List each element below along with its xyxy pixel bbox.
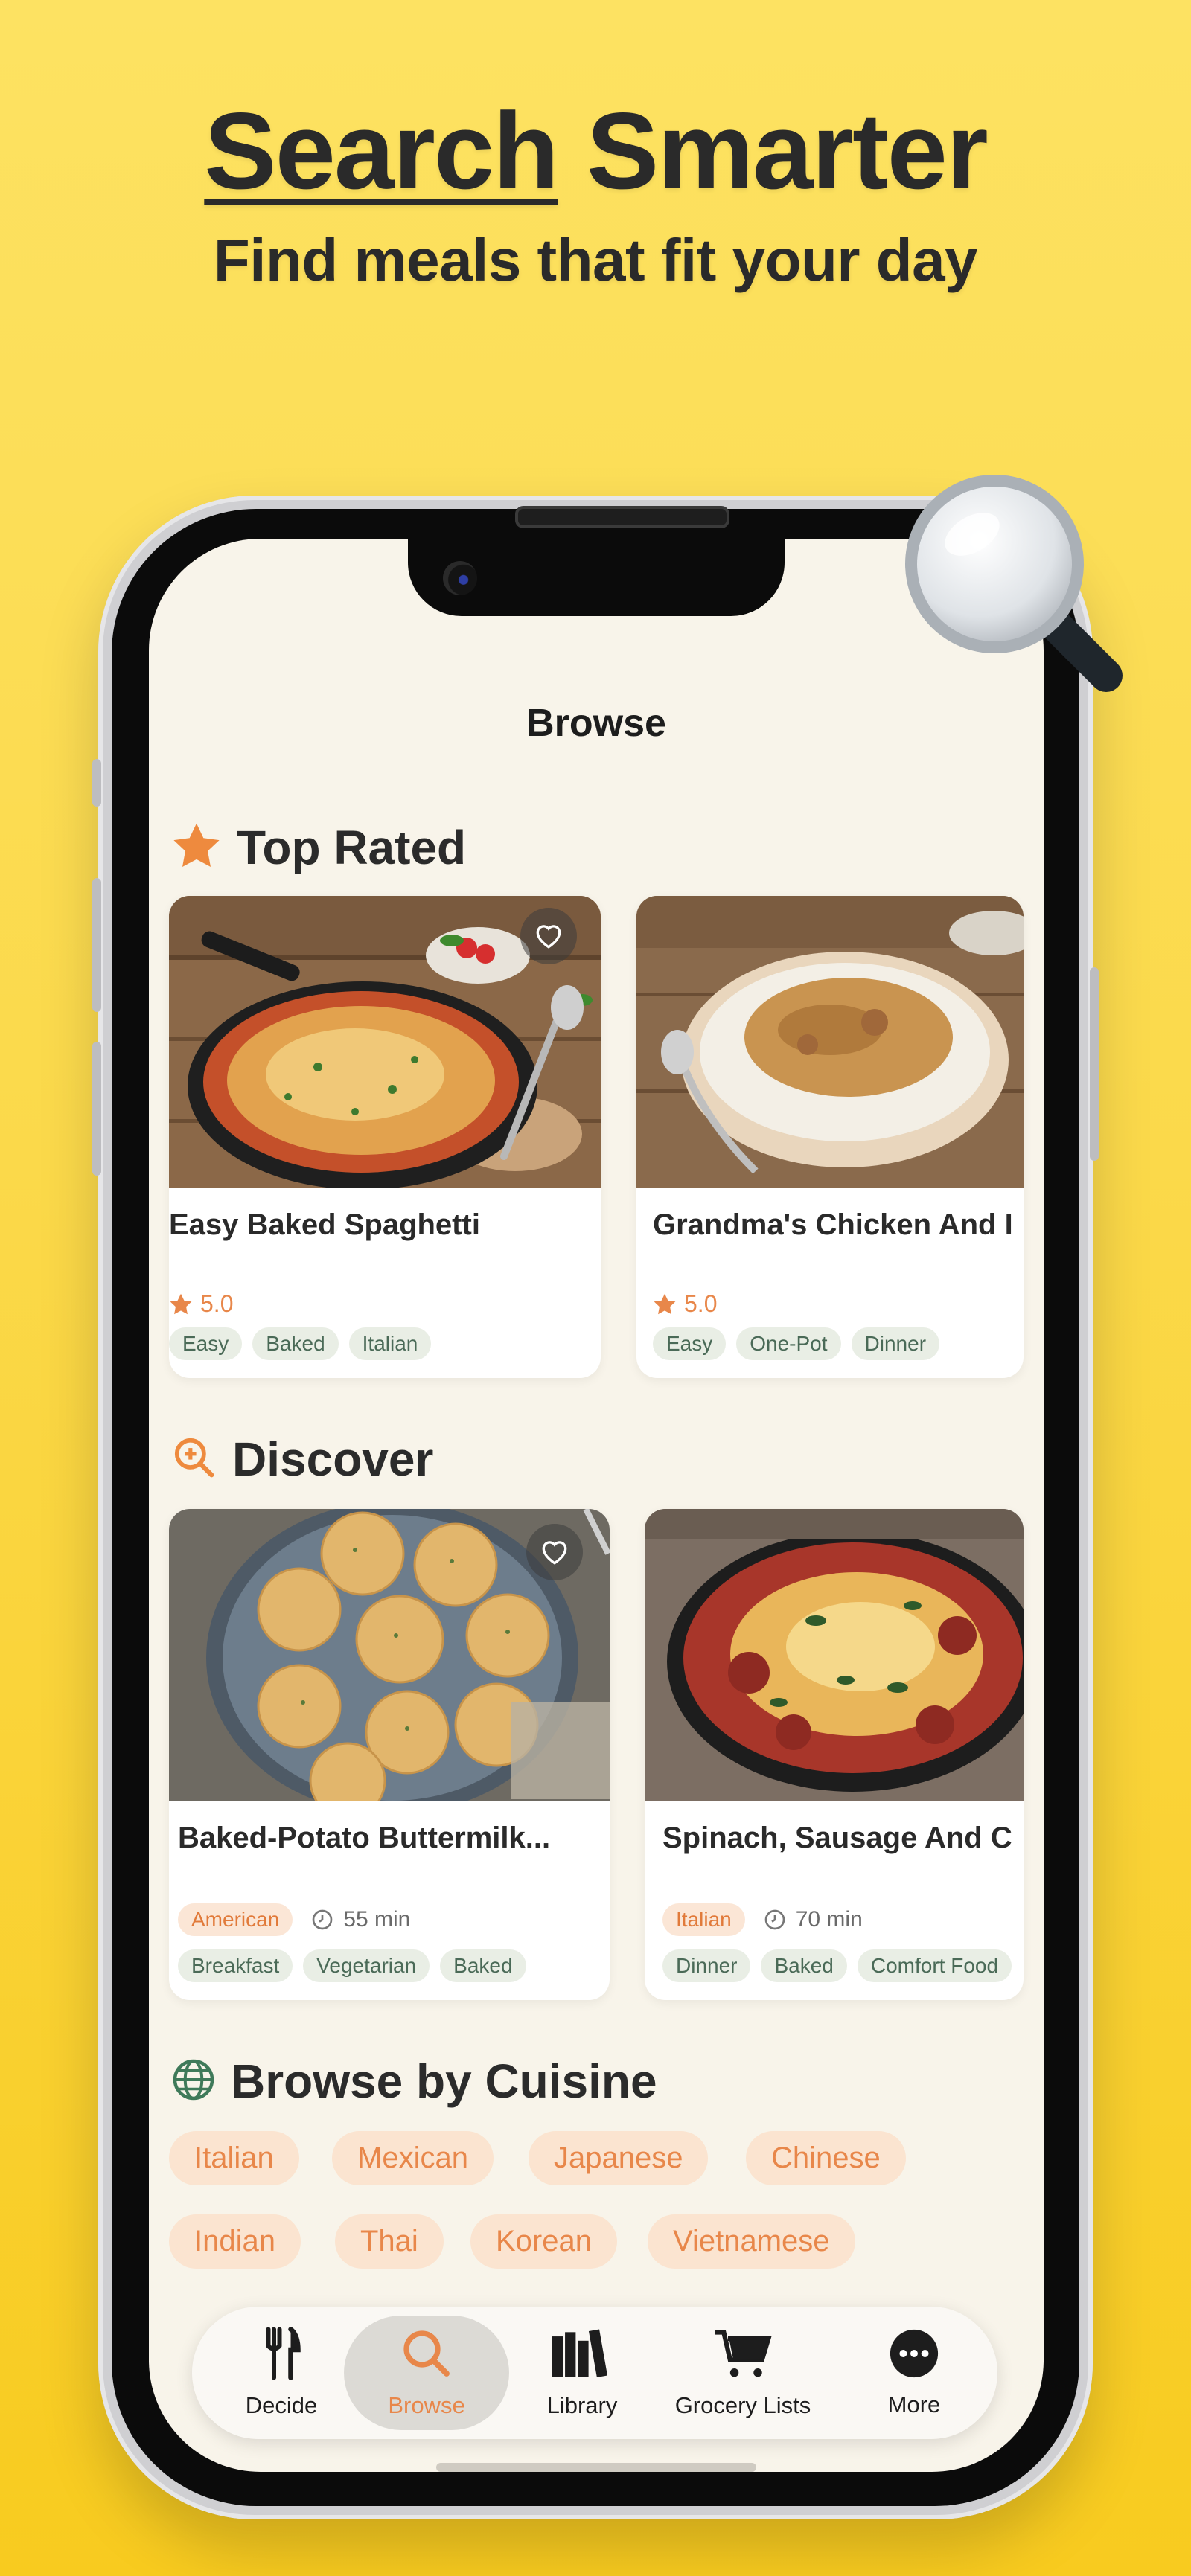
recipe-image-chicken bbox=[636, 896, 1024, 1188]
tag: Baked bbox=[761, 1949, 847, 1982]
recipe-card-easy-baked-spaghetti[interactable]: Easy Baked Spaghetti 5.0 Easy Baked Ital… bbox=[169, 896, 601, 1378]
recipe-tags: Easy One-Pot Dinner bbox=[653, 1327, 940, 1360]
tab-decide[interactable]: Decide bbox=[214, 2316, 348, 2430]
cuisine-tag: American bbox=[178, 1903, 293, 1936]
cuisine-chip-indian[interactable]: Indian bbox=[169, 2214, 301, 2269]
front-camera bbox=[443, 561, 477, 595]
clock-icon bbox=[764, 1909, 785, 1930]
cuisine-chip-thai[interactable]: Thai bbox=[335, 2214, 444, 2269]
cook-time: 70 min bbox=[763, 1907, 863, 1932]
tag: One-Pot bbox=[736, 1327, 841, 1360]
recipe-name: Baked-Potato Buttermilk... bbox=[178, 1822, 551, 1854]
phone-power-button bbox=[1090, 967, 1099, 1161]
top-rated-header: Top Rated bbox=[171, 820, 466, 875]
recipe-image-spinach-sausage bbox=[645, 1509, 1024, 1801]
cuisine-chip-mexican[interactable]: Mexican bbox=[332, 2131, 494, 2185]
tab-label: Decide bbox=[245, 2392, 318, 2418]
tag: Dinner bbox=[662, 1949, 751, 1982]
phone-speaker bbox=[515, 506, 729, 528]
tab-label: Browse bbox=[388, 2392, 465, 2418]
tag: Italian bbox=[348, 1327, 432, 1360]
tab-label: Library bbox=[546, 2392, 618, 2418]
recipe-rating: 5.0 bbox=[653, 1290, 717, 1318]
tab-grocery-lists[interactable]: Grocery Lists bbox=[654, 2316, 832, 2430]
rating-star-icon bbox=[654, 1293, 676, 1314]
tab-label: Grocery Lists bbox=[674, 2392, 811, 2418]
tag: Baked bbox=[440, 1949, 526, 1982]
hero-title: Search Smarter bbox=[0, 97, 1191, 205]
top-rated-title: Top Rated bbox=[237, 821, 467, 874]
tag: Easy bbox=[653, 1327, 727, 1360]
magnifying-glass-icon bbox=[890, 460, 1136, 705]
cuisine-chip-vietnamese[interactable]: Vietnamese bbox=[648, 2214, 855, 2269]
tag: Comfort Food bbox=[857, 1949, 1012, 1982]
rating-value: 5.0 bbox=[200, 1290, 234, 1317]
more-icon bbox=[888, 2327, 940, 2386]
tag: Breakfast bbox=[178, 1949, 293, 1982]
search-icon bbox=[400, 2327, 453, 2386]
recipe-tags: Easy Baked Italian bbox=[169, 1327, 432, 1360]
hero-subtitle: Find meals that fit your day bbox=[213, 227, 978, 293]
tag: Vegetarian bbox=[303, 1949, 430, 1982]
cuisine-tag: Italian bbox=[662, 1903, 745, 1936]
cook-time-value: 70 min bbox=[795, 1907, 863, 1932]
globe-icon bbox=[171, 2057, 216, 2106]
tag: Dinner bbox=[851, 1327, 940, 1360]
rating-star-icon bbox=[170, 1293, 192, 1314]
rating-value: 5.0 bbox=[684, 1290, 718, 1317]
cart-icon bbox=[713, 2327, 773, 2386]
cook-time: 55 min bbox=[310, 1907, 410, 1932]
cuisine-chip-chinese[interactable]: Chinese bbox=[746, 2131, 906, 2185]
phone-volume-up bbox=[92, 878, 101, 1012]
cuisine-header: Browse by Cuisine bbox=[171, 2054, 657, 2109]
recipe-card-buttermilk-biscuits[interactable]: Baked-Potato Buttermilk... American 55 m… bbox=[169, 1509, 610, 2000]
recipe-rating: 5.0 bbox=[169, 1290, 233, 1318]
recipe-tags: Dinner Baked Comfort Food bbox=[662, 1949, 1012, 1982]
recipe-tags: Breakfast Vegetarian Baked bbox=[178, 1949, 526, 1982]
phone-side-button bbox=[92, 759, 101, 807]
tag: Baked bbox=[252, 1327, 339, 1360]
tab-label: More bbox=[887, 2391, 941, 2418]
cuisine-chip-italian[interactable]: Italian bbox=[169, 2131, 299, 2185]
recipe-meta: Italian 70 min bbox=[662, 1903, 863, 1936]
clock-icon bbox=[312, 1909, 333, 1930]
books-icon bbox=[550, 2327, 614, 2386]
star-icon bbox=[171, 821, 222, 874]
tab-library[interactable]: Library bbox=[515, 2316, 649, 2430]
cuisine-chip-japanese[interactable]: Japanese bbox=[529, 2131, 709, 2185]
recipe-meta: American 55 min bbox=[178, 1903, 410, 1936]
tab-more[interactable]: More bbox=[847, 2316, 981, 2430]
page-title: Browse bbox=[526, 702, 666, 745]
favorite-heart-icon[interactable] bbox=[526, 1524, 583, 1580]
home-indicator bbox=[436, 2463, 756, 2472]
phone-volume-down bbox=[92, 1042, 101, 1176]
hero-title-rest: Smarter bbox=[558, 90, 989, 211]
discover-title: Discover bbox=[232, 1432, 434, 1486]
cook-time-value: 55 min bbox=[343, 1907, 411, 1932]
recipe-name: Spinach, Sausage And C bbox=[662, 1822, 1012, 1854]
fork-knife-icon bbox=[259, 2327, 304, 2386]
favorite-heart-icon[interactable] bbox=[520, 908, 577, 964]
bottom-tab-bar: Decide Browse Library Grocery Lists More bbox=[192, 2307, 997, 2439]
cuisine-title: Browse by Cuisine bbox=[231, 2054, 657, 2108]
hero-title-underlined: Search bbox=[204, 90, 559, 211]
discover-header: Discover bbox=[171, 1432, 433, 1487]
search-plus-icon bbox=[171, 1435, 217, 1484]
recipe-name: Grandma's Chicken And I bbox=[653, 1208, 1013, 1241]
app-screen: Browse Top Rated Easy Baked Spaghetti 5.… bbox=[149, 539, 1044, 2472]
tab-browse[interactable]: Browse bbox=[344, 2316, 509, 2430]
tag: Easy bbox=[169, 1327, 243, 1360]
recipe-name: Easy Baked Spaghetti bbox=[169, 1208, 480, 1241]
recipe-card-grandmas-chicken[interactable]: Grandma's Chicken And I 5.0 Easy One-Pot… bbox=[636, 896, 1024, 1378]
hero: Search Smarter Find meals that fit your … bbox=[0, 97, 1191, 295]
recipe-card-spinach-sausage[interactable]: Spinach, Sausage And C Italian 70 min Di… bbox=[645, 1509, 1024, 2000]
cuisine-chip-korean[interactable]: Korean bbox=[470, 2214, 617, 2269]
